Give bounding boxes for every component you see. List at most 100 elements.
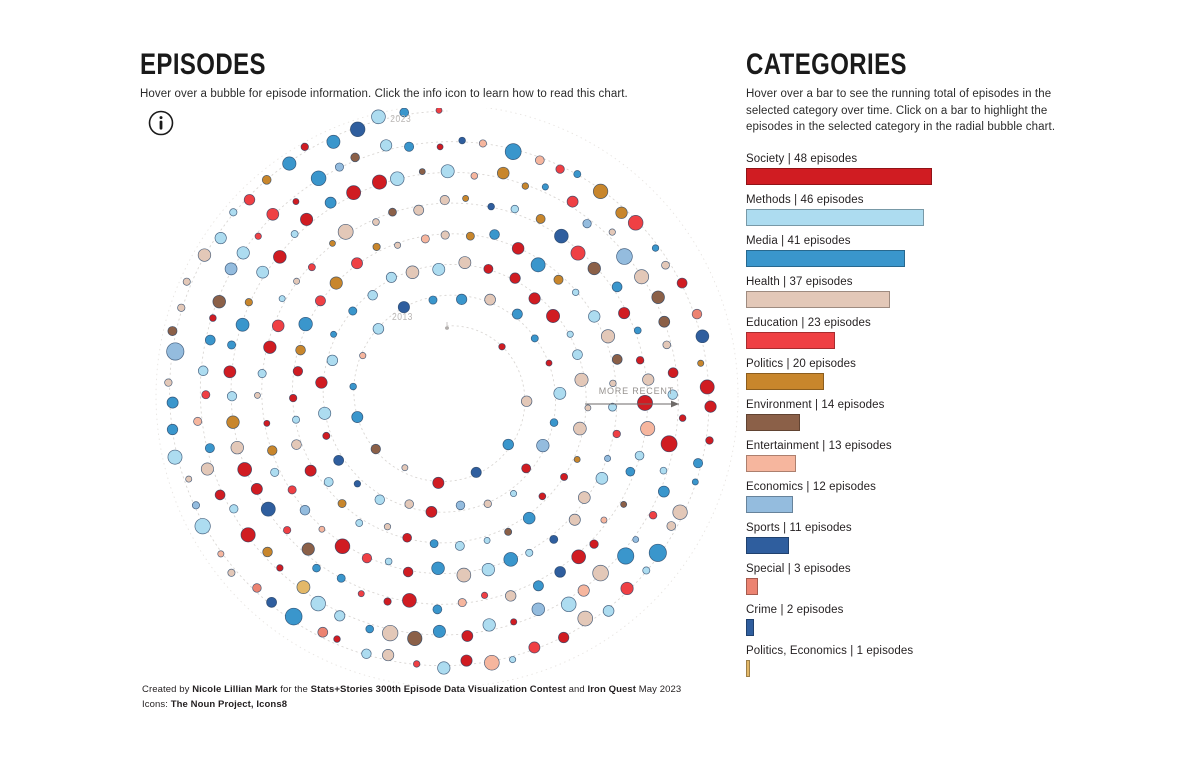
episode-bubble[interactable] [561,596,577,613]
episode-bubble[interactable] [270,467,280,477]
episode-bubble[interactable] [589,539,599,549]
episode-bubble[interactable] [635,356,645,365]
episode-bubble[interactable] [695,329,710,344]
episode-bubble[interactable] [262,546,273,558]
episode-bubble[interactable] [312,563,321,573]
category-row-education[interactable]: Education | 23 episodes [746,317,1076,350]
episode-bubble[interactable] [318,525,326,533]
category-bar[interactable] [746,578,758,596]
episode-bubble[interactable] [572,288,580,296]
episode-bubble[interactable] [658,315,671,328]
episode-bubble[interactable] [667,367,679,379]
episode-bubble[interactable] [337,223,354,240]
episode-bubble[interactable] [522,511,536,525]
category-bar[interactable] [746,291,890,309]
episode-bubble[interactable] [167,449,183,465]
episode-bubble[interactable] [592,564,609,582]
episode-bubble[interactable] [404,499,414,509]
episode-bubble[interactable] [648,543,667,562]
episode-bubble[interactable] [573,456,581,463]
episode-bubble[interactable] [510,618,518,626]
episode-bubble[interactable] [440,230,450,240]
episode-bubble[interactable] [577,584,590,597]
episode-bubble[interactable] [226,415,240,429]
episode-bubble[interactable] [511,308,523,320]
category-bar[interactable] [746,373,824,391]
episode-bubble[interactable] [390,171,405,186]
episode-bubble[interactable] [322,431,331,440]
episode-bubble[interactable] [276,564,284,572]
episode-bubble[interactable] [573,170,582,178]
episode-bubble[interactable] [193,416,203,426]
episode-bubble[interactable] [405,265,420,279]
category-bar[interactable] [746,496,793,514]
episode-bubble[interactable] [300,212,314,226]
episode-bubble[interactable] [292,366,304,377]
episode-bubble[interactable] [693,458,704,469]
episode-bubble[interactable] [511,242,525,255]
episode-bubble[interactable] [634,269,650,285]
episode-bubble[interactable] [292,198,300,205]
episode-bubble[interactable] [535,214,546,224]
episode-bubble[interactable] [374,494,385,505]
episode-bubble[interactable] [691,478,699,486]
episode-bubble[interactable] [470,466,482,478]
episode-bubble[interactable] [521,182,530,190]
episode-bubble[interactable] [521,463,532,474]
episode-bubble[interactable] [243,194,256,206]
episode-bubble[interactable] [266,207,280,221]
radial-bubble-chart[interactable]: 2023 2013 MORE RECENT [150,108,740,688]
episode-bubble[interactable] [333,635,341,643]
episode-bubble[interactable] [483,499,492,508]
episode-bubble[interactable] [578,491,591,504]
episode-bubble[interactable] [191,501,200,510]
category-row-entertainment[interactable]: Entertainment | 13 episodes [746,440,1076,473]
episode-bubble[interactable] [659,466,668,475]
episode-bubble[interactable] [666,521,677,531]
episode-bubble[interactable] [612,429,621,439]
category-bar[interactable] [746,455,797,473]
episode-bubble[interactable] [267,445,278,456]
episode-bubble[interactable] [383,523,392,531]
episode-bubble[interactable] [166,342,185,361]
episode-bubble[interactable] [230,440,244,455]
episode-bubble[interactable] [333,454,345,466]
episode-bubble[interactable] [413,204,425,216]
episode-bubble[interactable] [503,552,519,567]
episode-bubble[interactable] [402,532,412,543]
episode-bubble[interactable] [290,230,299,238]
episode-bubble[interactable] [510,490,518,498]
episode-bubble[interactable] [304,464,317,477]
episode-bubble[interactable] [214,232,227,245]
episode-bubble[interactable] [502,438,514,451]
episode-bubble[interactable] [380,139,393,152]
episode-bubble[interactable] [509,272,521,284]
episode-bubble[interactable] [676,277,688,289]
episode-bubble[interactable] [602,605,615,617]
episode-bubble[interactable] [365,624,374,634]
episode-bubble[interactable] [541,183,549,191]
episode-bubble[interactable] [462,194,470,202]
episode-bubble[interactable] [372,218,380,226]
episode-bubble[interactable] [350,121,366,137]
episode-bubble[interactable] [349,382,357,391]
episode-bubble[interactable] [371,109,386,125]
episode-bubble[interactable] [402,593,417,608]
episode-bubble[interactable] [394,241,402,249]
episode-bubble[interactable] [510,204,519,214]
episode-bubble[interactable] [436,143,444,151]
episode-bubble[interactable] [372,323,385,335]
episode-bubble[interactable] [618,307,631,320]
category-row-methods[interactable]: Methods | 46 episodes [746,194,1076,227]
episode-bubble[interactable] [545,359,553,367]
episode-bubble[interactable] [454,541,465,551]
episode-bubble[interactable] [533,580,544,592]
episode-bubble[interactable] [326,354,339,367]
episode-bubble[interactable] [217,550,225,558]
episode-bubble[interactable] [457,598,467,608]
category-row-special[interactable]: Special | 3 episodes [746,563,1076,596]
category-row-society[interactable]: Society | 48 episodes [746,153,1076,186]
episode-bubble[interactable] [608,228,616,236]
category-bar[interactable] [746,660,750,678]
episode-bubble[interactable] [204,334,216,346]
